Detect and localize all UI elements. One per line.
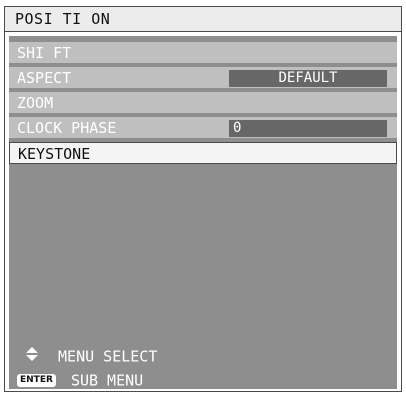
menu-item-keystone[interactable]: KEYSTONE: [9, 142, 397, 164]
menu-item-zoom[interactable]: ZOOM: [9, 92, 397, 114]
footer-menu-select: MENU SELECT: [15, 345, 157, 367]
menu-item-clock-phase[interactable]: CLOCK PHASE 0: [9, 117, 397, 139]
enter-icon: ENTER: [17, 374, 56, 387]
menu-item-keystone-label: KEYSTONE: [18, 145, 91, 163]
clock-phase-value: 0: [229, 120, 387, 137]
menu-item-aspect[interactable]: ASPECT DEFAULT: [9, 67, 397, 89]
menu-item-aspect-label: ASPECT: [17, 69, 72, 87]
menu-item-shift-label: SHI FT: [17, 44, 72, 62]
menu-item-shift[interactable]: SHI FT: [9, 42, 397, 64]
position-menu-window: POSI TI ON SHI FT ASPECT DEFAULT ZOOM CL…: [4, 6, 402, 392]
sub-menu-label: SUB MENU: [70, 371, 144, 390]
up-down-arrow-icon: [15, 346, 49, 368]
menu-item-clock-phase-label: CLOCK PHASE: [17, 119, 117, 137]
footer-sub-menu: ENTER SUB MENU: [15, 369, 143, 391]
menu-panel: SHI FT ASPECT DEFAULT ZOOM CLOCK PHASE 0…: [9, 36, 397, 391]
menu-select-label: MENU SELECT: [58, 347, 158, 366]
aspect-value: DEFAULT: [229, 70, 387, 87]
menu-item-zoom-label: ZOOM: [17, 94, 54, 112]
menu-title: POSI TI ON: [5, 7, 401, 32]
